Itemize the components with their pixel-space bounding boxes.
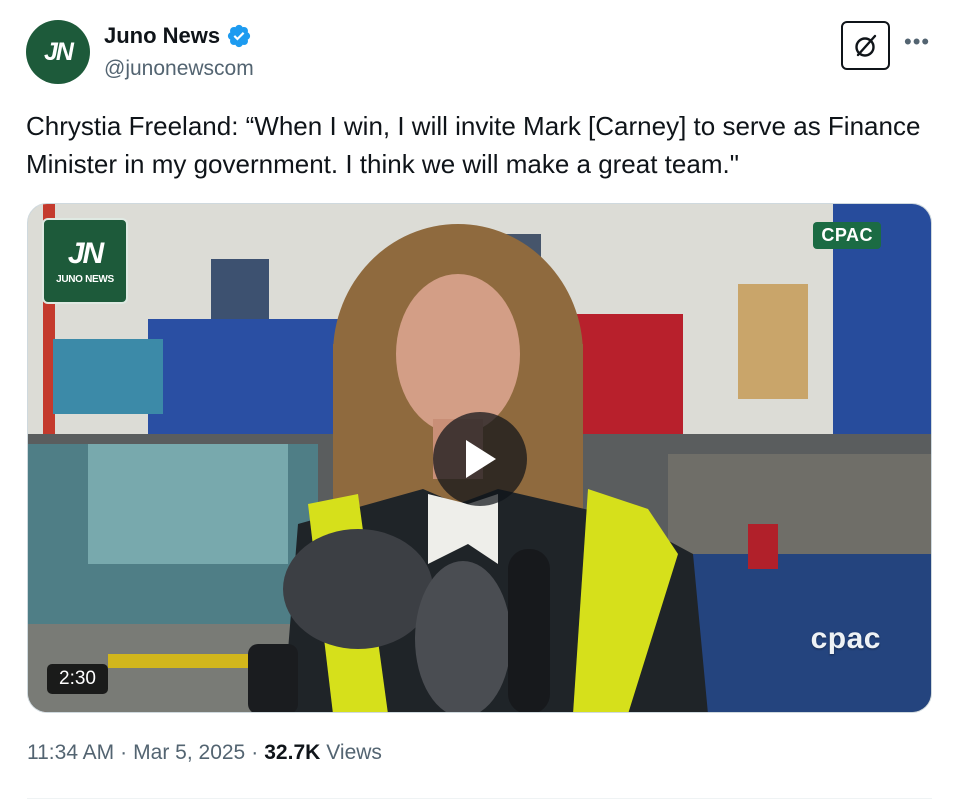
verified-badge-icon: [228, 24, 251, 48]
video-player[interactable]: JN JUNO NEWS CPAC cpac 2:30: [27, 203, 932, 713]
grok-icon: [854, 34, 876, 57]
author-handle[interactable]: @junonewscom: [104, 57, 254, 81]
logo-subtitle: JUNO NEWS: [56, 273, 114, 285]
tweet-header: JN Juno News @junonewscom •••: [26, 19, 936, 89]
tweet-text: Chrystia Freeland: “When I win, I will i…: [26, 111, 921, 179]
views-label: Views: [326, 741, 382, 764]
broadcaster-tag: CPAC: [813, 222, 881, 249]
juno-news-logo-badge: JN JUNO NEWS: [42, 218, 128, 304]
author-name-row: Juno News: [104, 23, 252, 49]
author-display-name[interactable]: Juno News: [104, 23, 220, 49]
tweet-date[interactable]: Mar 5, 2025: [133, 741, 245, 765]
video-duration: 2:30: [47, 664, 108, 694]
meta-separator: ·: [120, 741, 128, 764]
play-button[interactable]: [433, 412, 527, 506]
more-options-icon[interactable]: •••: [904, 29, 930, 55]
broadcaster-watermark: cpac: [810, 622, 881, 655]
tweet-time[interactable]: 11:34 AM: [27, 741, 114, 765]
logo-mark: JN: [67, 236, 104, 270]
tweet-metadata: 11:34 AM · Mar 5, 2025 · 32.7K Views: [27, 741, 382, 765]
avatar[interactable]: JN: [26, 20, 90, 84]
grok-button[interactable]: [841, 21, 890, 70]
views-count: 32.7K: [264, 741, 321, 764]
play-icon: [466, 440, 496, 478]
meta-separator: ·: [251, 741, 259, 764]
divider: [27, 798, 932, 799]
avatar-logo-text: JN: [44, 37, 74, 66]
